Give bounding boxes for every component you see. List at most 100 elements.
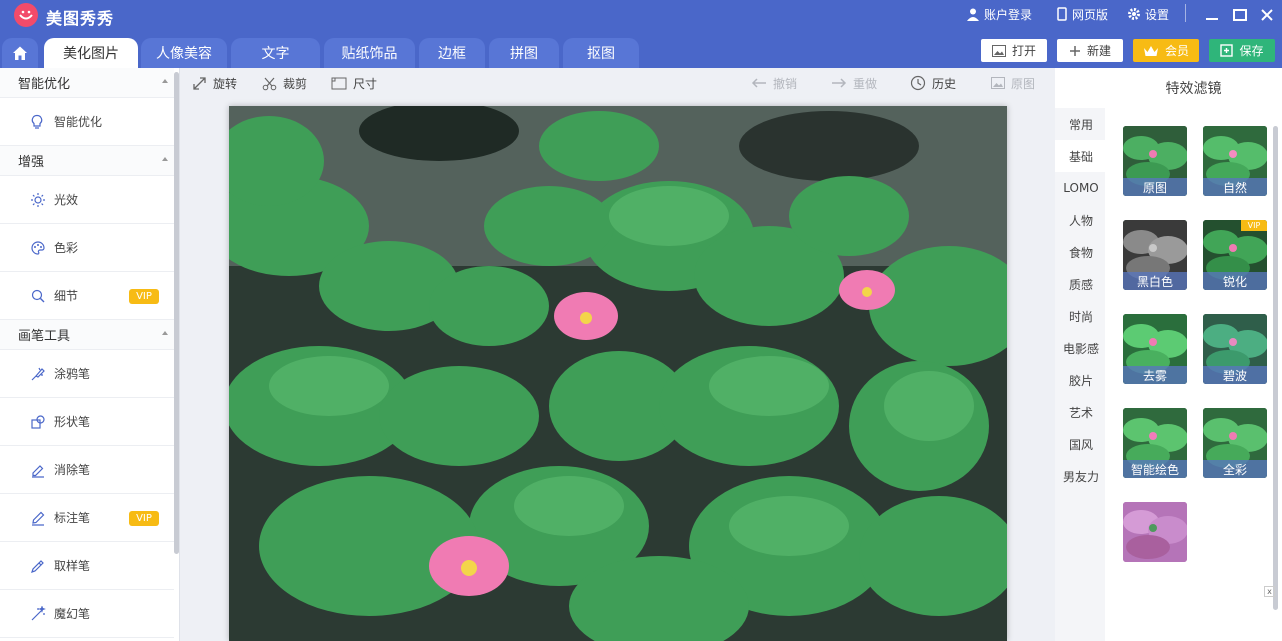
tab-portrait[interactable]: 人像美容 xyxy=(141,38,227,68)
filter-thumb-original[interactable]: 原图 xyxy=(1123,126,1187,196)
filter-category[interactable]: LOMO xyxy=(1055,172,1107,204)
size-label: 尺寸 xyxy=(353,76,378,91)
sidebar-item-label: 标注笔 xyxy=(54,511,91,525)
sidebar-item-light[interactable]: 光效 xyxy=(0,176,174,224)
title-bar: 美图秀秀 账户登录 网页版 设置 美化图片 人像美容 文字 贴纸饰品 边框 拼图… xyxy=(0,0,1282,68)
left-sidebar: 智能优化 智能优化 增强 光效 色彩 细节 VIP 画笔工具 涂鸦笔 形状笔 消… xyxy=(0,68,180,641)
filter-thumb-bw[interactable]: 黑白色 xyxy=(1123,220,1187,290)
sidebar-item-shape-pen[interactable]: 形状笔 xyxy=(0,398,174,446)
close-button[interactable] xyxy=(1259,7,1275,23)
filter-label: 全彩 xyxy=(1203,460,1267,478)
sidebar-item-label: 涂鸦笔 xyxy=(54,367,91,381)
tab-text[interactable]: 文字 xyxy=(231,38,320,68)
crown-icon xyxy=(1143,45,1158,56)
redo-arrow-icon xyxy=(832,78,847,88)
vip-label: 会员 xyxy=(1164,44,1189,58)
filter-scrollbar[interactable] xyxy=(1273,126,1278,610)
settings-link[interactable]: 设置 xyxy=(1127,5,1169,23)
sidebar-item-sample-pen[interactable]: 取样笔 xyxy=(0,542,174,590)
close-small-icon[interactable]: x xyxy=(1264,586,1275,597)
minimize-button[interactable] xyxy=(1204,7,1220,23)
sidebar-item-smart-optimize[interactable]: 智能优化 xyxy=(0,98,174,146)
collapse-arrow-icon xyxy=(162,157,168,161)
section-smart[interactable]: 智能优化 xyxy=(0,68,174,98)
sidebar-item-eraser-pen[interactable]: 消除笔 xyxy=(0,446,174,494)
divider xyxy=(1185,4,1186,22)
lotus-photo[interactable] xyxy=(229,106,1007,641)
resize-icon xyxy=(331,77,347,89)
filter-category-active[interactable]: 基础 xyxy=(1055,140,1107,172)
sidebar-item-label: 光效 xyxy=(54,193,79,207)
original-button[interactable]: 原图 xyxy=(991,68,1035,98)
filter-thumb-purple[interactable] xyxy=(1123,502,1187,562)
filter-thumb-sharpen[interactable]: VIP 锐化 xyxy=(1203,220,1267,290)
palette-icon xyxy=(31,241,45,255)
filter-category[interactable]: 国风 xyxy=(1055,428,1107,460)
filter-category[interactable]: 时尚 xyxy=(1055,300,1107,332)
sidebar-item-detail[interactable]: 细节 VIP xyxy=(0,272,174,320)
sidebar-item-color[interactable]: 色彩 xyxy=(0,224,174,272)
tab-collage[interactable]: 拼图 xyxy=(489,38,559,68)
sidebar-item-label: 色彩 xyxy=(54,241,79,255)
sidebar-item-magic-pen[interactable]: 魔幻笔 xyxy=(0,590,174,638)
new-label: 新建 xyxy=(1086,44,1111,58)
image-icon xyxy=(991,44,1006,57)
save-label: 保存 xyxy=(1239,44,1264,58)
filter-label: 黑白色 xyxy=(1123,272,1187,290)
original-label: 原图 xyxy=(1011,76,1036,91)
save-icon xyxy=(1220,44,1234,57)
filter-category[interactable]: 常用 xyxy=(1055,108,1107,140)
filter-category[interactable]: 食物 xyxy=(1055,236,1107,268)
rotate-button[interactable]: 旋转 xyxy=(192,68,237,98)
history-button[interactable]: 历史 xyxy=(910,68,956,98)
eraser-pen-icon xyxy=(32,465,44,478)
filter-thumb-smart-color[interactable]: 智能绘色 xyxy=(1123,408,1187,478)
sidebar-item-doodle-pen[interactable]: 涂鸦笔 xyxy=(0,350,174,398)
tab-frames[interactable]: 边框 xyxy=(419,38,485,68)
filter-label: 原图 xyxy=(1123,178,1187,196)
filter-label: 自然 xyxy=(1203,178,1267,196)
open-button[interactable]: 打开 xyxy=(981,39,1047,62)
editing-canvas[interactable] xyxy=(181,98,1055,641)
filter-category[interactable]: 胶片 xyxy=(1055,364,1107,396)
tab-beautify[interactable]: 美化图片 xyxy=(44,38,138,68)
filter-label: 碧波 xyxy=(1203,366,1267,384)
tab-cutout[interactable]: 抠图 xyxy=(563,38,639,68)
sidebar-item-annotate-pen[interactable]: 标注笔 VIP xyxy=(0,494,174,542)
edit-toolbar: 旋转 裁剪 尺寸 撤销 重做 历史 原图 xyxy=(181,68,1055,98)
save-button[interactable]: 保存 xyxy=(1209,39,1275,62)
vip-button[interactable]: 会员 xyxy=(1133,39,1199,62)
home-tab[interactable] xyxy=(2,38,38,68)
sidebar-scrollbar[interactable] xyxy=(174,72,179,554)
web-version-link[interactable]: 网页版 xyxy=(1056,5,1108,23)
maximize-button[interactable] xyxy=(1232,7,1248,23)
filter-thumb-natural[interactable]: 自然 xyxy=(1203,126,1267,196)
pencil-icon xyxy=(32,511,45,526)
filter-thumb-full-color[interactable]: 全彩 xyxy=(1203,408,1267,478)
sidebar-item-label: 取样笔 xyxy=(54,559,91,573)
filter-category[interactable]: 电影感 xyxy=(1055,332,1107,364)
account-login-link[interactable]: 账户登录 xyxy=(966,5,1032,23)
filter-category[interactable]: 男友力 xyxy=(1055,460,1107,492)
section-brush-tools[interactable]: 画笔工具 xyxy=(0,320,174,350)
filter-thumb-bibo[interactable]: 碧波 xyxy=(1203,314,1267,384)
filter-category[interactable]: 艺术 xyxy=(1055,396,1107,428)
filter-panel-title: 特效滤镜 xyxy=(1165,81,1222,97)
main-tabs: 美化图片 人像美容 文字 贴纸饰品 边框 拼图 抠图 xyxy=(0,38,660,68)
undo-label: 撤销 xyxy=(773,76,798,91)
sidebar-item-label: 细节 xyxy=(54,289,79,303)
plus-icon xyxy=(1069,45,1080,56)
crop-button[interactable]: 裁剪 xyxy=(262,68,307,98)
magnifier-icon xyxy=(31,289,45,303)
redo-button[interactable]: 重做 xyxy=(831,68,877,98)
filter-category[interactable]: 质感 xyxy=(1055,268,1107,300)
size-button[interactable]: 尺寸 xyxy=(331,68,377,98)
collapse-arrow-icon xyxy=(162,79,168,83)
section-enhance[interactable]: 增强 xyxy=(0,146,174,176)
new-button[interactable]: 新建 xyxy=(1057,39,1123,62)
filter-category[interactable]: 人物 xyxy=(1055,204,1107,236)
filter-thumb-dehaze[interactable]: 去雾 xyxy=(1123,314,1187,384)
sidebar-item-label: 消除笔 xyxy=(54,463,91,477)
tab-stickers[interactable]: 贴纸饰品 xyxy=(324,38,415,68)
undo-button[interactable]: 撤销 xyxy=(751,68,797,98)
